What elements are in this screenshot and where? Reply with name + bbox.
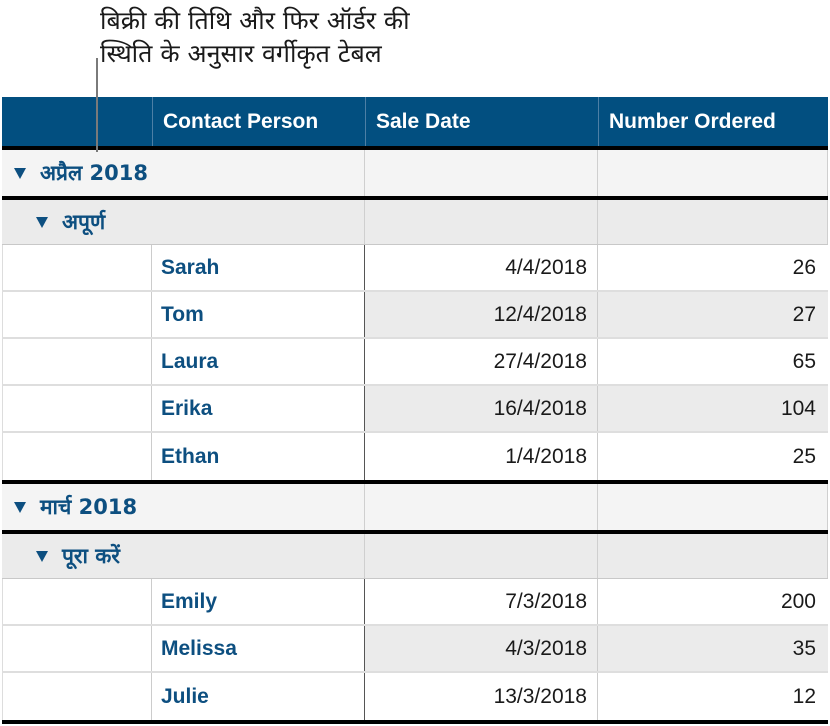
contact-person-cell[interactable]: Emily [152,579,365,624]
group-label: अप्रैल 2018 [40,161,148,185]
contact-person-cell[interactable]: Tom [152,292,365,337]
number-ordered-cell[interactable]: 27 [598,292,828,337]
subgroup-empty-cell[interactable] [365,200,598,244]
subgroup-empty-cell[interactable] [598,200,828,244]
number-ordered-cell[interactable]: 104 [598,386,828,431]
disclosure-triangle-down-icon[interactable] [36,550,48,562]
number-ordered-cell[interactable]: 65 [598,339,828,384]
subgroup-header-cell[interactable]: अपूर्ण [2,200,365,244]
contact-person-cell[interactable]: Julie [152,673,365,720]
group-divider [2,720,828,724]
sale-date-cell[interactable]: 27/4/2018 [365,339,598,384]
sale-date-cell[interactable]: 12/4/2018 [365,292,598,337]
header-cell-category[interactable] [2,97,152,146]
group-header-cell[interactable]: मार्च 2018 [2,484,365,530]
table-row: Emily 7/3/2018 200 [2,579,828,626]
row-category-cell[interactable] [2,433,152,480]
table-row: Julie 13/3/2018 12 [2,673,828,720]
subgroup-label: पूरा करें [62,544,120,568]
row-category-cell[interactable] [2,386,152,431]
sale-date-cell[interactable]: 4/4/2018 [365,245,598,290]
group-label: मार्च 2018 [40,495,138,519]
sale-date-cell[interactable]: 16/4/2018 [365,386,598,431]
sale-date-cell[interactable]: 13/3/2018 [365,673,598,720]
disclosure-triangle-down-icon[interactable] [36,216,48,228]
row-category-cell[interactable] [2,292,152,337]
contact-person-cell[interactable]: Ethan [152,433,365,480]
number-ordered-cell[interactable]: 25 [598,433,828,480]
table-row: Erika 16/4/2018 104 [2,386,828,433]
group-empty-cell[interactable] [365,150,598,196]
contact-person-cell[interactable]: Melissa [152,626,365,671]
number-ordered-cell[interactable]: 35 [598,626,828,671]
group-row: मार्च 2018 [2,484,828,530]
number-ordered-cell[interactable]: 12 [598,673,828,720]
row-category-cell[interactable] [2,673,152,720]
subgroup-empty-cell[interactable] [365,534,598,578]
subgroup-label: अपूर्ण [62,210,106,234]
subgroup-row: अपूर्ण [2,200,828,245]
table-row: Melissa 4/3/2018 35 [2,626,828,673]
callout-line-2: स्थिति के अनुसार वर्गीकृत टेबल [100,39,382,68]
categorized-table: Contact Person Sale Date Number Ordered … [2,97,828,724]
subgroup-empty-cell[interactable] [598,534,828,578]
group-empty-cell[interactable] [598,484,828,530]
number-ordered-cell[interactable]: 26 [598,245,828,290]
contact-person-cell[interactable]: Laura [152,339,365,384]
disclosure-triangle-down-icon[interactable] [14,167,26,179]
table-body: अप्रैल 2018 अपूर्ण Sarah 4/4/2018 26 Tom 12/4/… [2,146,828,724]
disclosure-triangle-down-icon[interactable] [14,501,26,513]
sale-date-cell[interactable]: 7/3/2018 [365,579,598,624]
group-row: अप्रैल 2018 [2,150,828,196]
group-header-cell[interactable]: अप्रैल 2018 [2,150,365,196]
callout-leader-line [96,58,98,152]
number-ordered-cell[interactable]: 200 [598,579,828,624]
sale-date-cell[interactable]: 4/3/2018 [365,626,598,671]
header-row: Contact Person Sale Date Number Ordered [2,97,828,146]
header-cell-sale-date[interactable]: Sale Date [365,97,598,146]
table-row: Sarah 4/4/2018 26 [2,245,828,292]
row-category-cell[interactable] [2,626,152,671]
header-cell-contact-person[interactable]: Contact Person [152,97,365,146]
table-row: Ethan 1/4/2018 25 [2,433,828,480]
callout-annotation: बिक्री की तिथि और फिर ऑर्डर की स्थिति के… [100,4,410,70]
table-row: Laura 27/4/2018 65 [2,339,828,386]
row-category-cell[interactable] [2,339,152,384]
contact-person-cell[interactable]: Sarah [152,245,365,290]
callout-line-1: बिक्री की तिथि और फिर ऑर्डर की [100,6,410,35]
header-cell-number-ordered[interactable]: Number Ordered [598,97,828,146]
group-empty-cell[interactable] [598,150,828,196]
table-row: Tom 12/4/2018 27 [2,292,828,339]
row-category-cell[interactable] [2,579,152,624]
group-empty-cell[interactable] [365,484,598,530]
subgroup-row: पूरा करें [2,534,828,579]
sale-date-cell[interactable]: 1/4/2018 [365,433,598,480]
contact-person-cell[interactable]: Erika [152,386,365,431]
row-category-cell[interactable] [2,245,152,290]
subgroup-header-cell[interactable]: पूरा करें [2,534,365,578]
